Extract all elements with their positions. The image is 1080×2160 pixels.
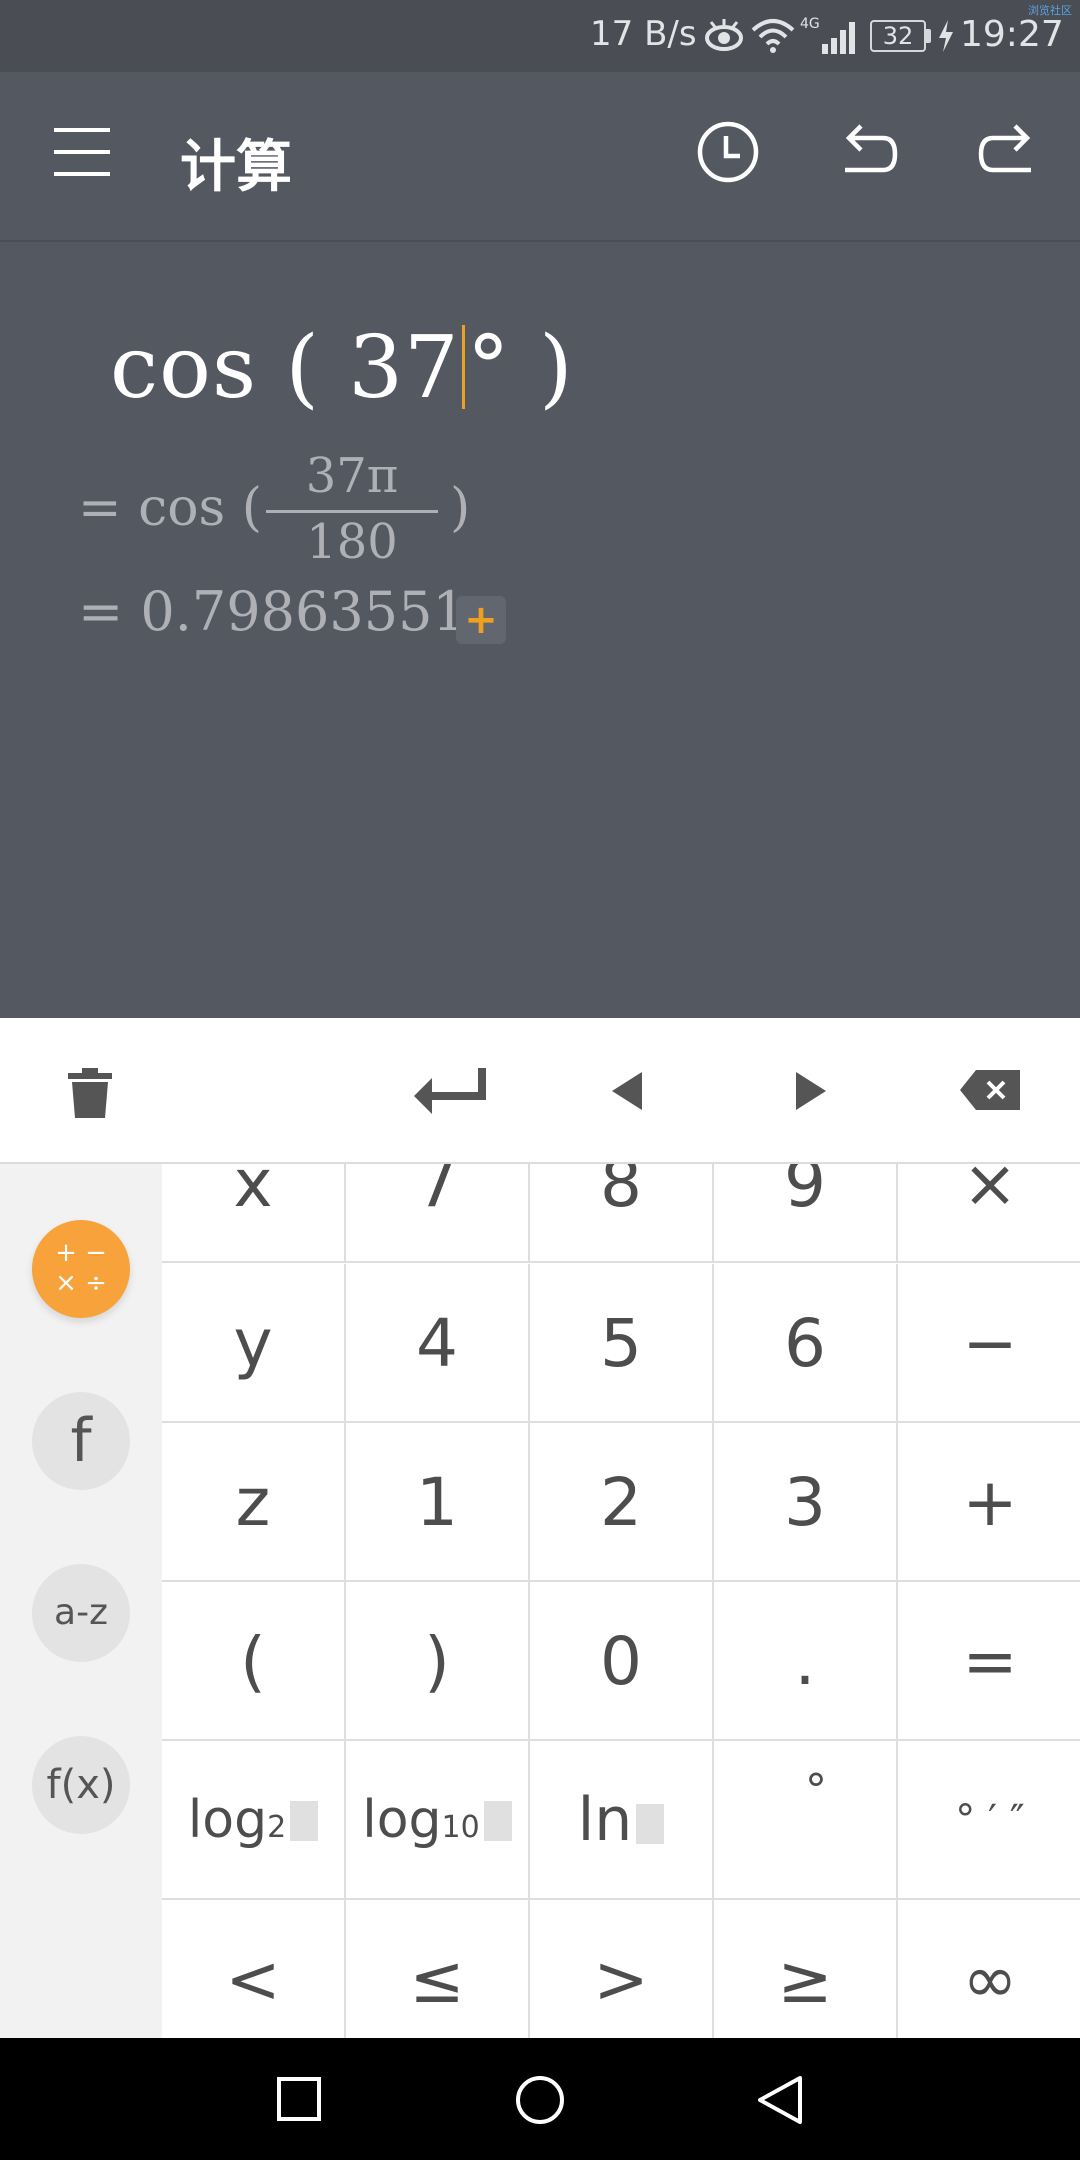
step1-suffix: ): [450, 478, 471, 538]
cursor-left-icon[interactable]: [610, 1072, 646, 1110]
page-title: 计算: [180, 135, 292, 200]
back-icon[interactable]: [756, 2074, 804, 2126]
key-equals[interactable]: =: [898, 1582, 1080, 1741]
key-log10[interactable]: log10: [346, 1741, 530, 1900]
key-infinity[interactable]: ∞: [898, 1900, 1080, 2038]
trash-icon[interactable]: [68, 1068, 112, 1118]
mode-custom-functions[interactable]: f(x): [32, 1736, 130, 1834]
cursor-right-icon[interactable]: [792, 1072, 828, 1110]
mode-basic-operators[interactable]: + − × ÷: [32, 1220, 130, 1318]
key-2[interactable]: 2: [530, 1423, 714, 1582]
menu-icon[interactable]: [52, 126, 114, 178]
placeholder-box: [636, 1804, 665, 1844]
key-1[interactable]: 1: [346, 1423, 530, 1582]
keyboard: + − × ÷ f a-z f(x) x 7 8 9 × y 4 5 6 − z…: [0, 1018, 1080, 2038]
enter-icon[interactable]: [410, 1066, 490, 1116]
key-z[interactable]: z: [162, 1423, 346, 1582]
key-open-paren[interactable]: (: [162, 1582, 346, 1741]
charging-icon: [939, 20, 953, 52]
key-8[interactable]: 8: [530, 1164, 714, 1263]
battery-level: 32: [870, 20, 926, 52]
key-plus[interactable]: +: [898, 1423, 1080, 1582]
mode-functions[interactable]: f: [32, 1392, 130, 1490]
navigation-bar: [0, 2038, 1080, 2160]
recent-apps-icon[interactable]: [276, 2076, 322, 2122]
key-0[interactable]: 0: [530, 1582, 714, 1741]
step1-prefix: = cos (: [78, 478, 263, 538]
placeholder-box: [290, 1801, 319, 1841]
expression-prefix: cos ( 37: [110, 318, 460, 418]
network-type: 4G: [800, 16, 820, 32]
custom-functions-label: f(x): [46, 1762, 116, 1808]
battery-icon: 32: [870, 20, 932, 52]
key-log2[interactable]: log2: [162, 1741, 346, 1900]
step1-numerator: 37π: [305, 448, 399, 504]
expression-input[interactable]: cos ( 37° ): [110, 318, 574, 418]
key-y[interactable]: y: [162, 1264, 346, 1423]
key-dms[interactable]: ° ′ ″: [898, 1741, 1080, 1900]
key-ln[interactable]: ln: [530, 1741, 714, 1900]
log2-base: log: [187, 1790, 268, 1850]
expression-suffix: ° ): [466, 318, 574, 418]
functions-label: f: [70, 1406, 92, 1476]
key-minus[interactable]: −: [898, 1264, 1080, 1423]
key-7[interactable]: 7: [346, 1164, 530, 1263]
status-bar: 浏览社区 17 B/s 4G 32 19:27: [0, 0, 1080, 72]
key-greater-than[interactable]: >: [530, 1900, 714, 2038]
result-value: = 0.79863551: [78, 580, 467, 643]
edit-row: [0, 1018, 1080, 1164]
mode-letters[interactable]: a-z: [32, 1564, 130, 1662]
eye-icon: [705, 19, 743, 51]
step1-denominator: 180: [306, 514, 398, 570]
undo-icon[interactable]: [835, 120, 901, 186]
basic-operators-label: + − × ÷: [55, 1238, 107, 1298]
network-speed: 17 B/s: [590, 14, 697, 54]
key-3[interactable]: 3: [714, 1423, 898, 1582]
redo-icon[interactable]: [975, 120, 1041, 186]
key-close-paren[interactable]: ): [346, 1582, 530, 1741]
key-less-than[interactable]: <: [162, 1900, 346, 2038]
add-result-button[interactable]: +: [456, 596, 506, 644]
key-5[interactable]: 5: [530, 1264, 714, 1423]
keypad-grid: x 7 8 9 × y 4 5 6 − z 1 2 3 + ( ) 0 . = …: [162, 1164, 1080, 2038]
key-4[interactable]: 4: [346, 1264, 530, 1423]
placeholder-box: [483, 1801, 512, 1841]
home-icon[interactable]: [514, 2074, 566, 2126]
key-9[interactable]: 9: [714, 1164, 898, 1263]
text-cursor: [461, 325, 465, 409]
fraction-bar: [266, 510, 438, 513]
key-less-equal[interactable]: ≤: [346, 1900, 530, 2038]
keyboard-mode-sidebar: + − × ÷ f a-z f(x): [0, 1164, 162, 2038]
conversion-step: = cos ( 37π 180 ): [78, 448, 470, 570]
key-x[interactable]: x: [162, 1164, 346, 1263]
letters-label: a-z: [54, 1592, 108, 1633]
key-multiply[interactable]: ×: [898, 1164, 1080, 1263]
backspace-icon[interactable]: [960, 1070, 1020, 1110]
wifi-icon: [751, 19, 795, 53]
toolbar: 计算: [0, 72, 1080, 242]
clock: 19:27: [960, 14, 1064, 55]
log10-subscript: 10: [441, 1810, 480, 1845]
log2-subscript: 2: [267, 1810, 287, 1845]
history-icon[interactable]: [694, 118, 762, 186]
signal-icon: 4G: [800, 16, 855, 54]
key-decimal[interactable]: .: [714, 1582, 898, 1741]
key-6[interactable]: 6: [714, 1264, 898, 1423]
ln-label: ln: [577, 1785, 633, 1855]
log10-base: log: [362, 1790, 442, 1850]
key-greater-equal[interactable]: ≥: [714, 1900, 898, 2038]
key-degree[interactable]: °: [714, 1741, 898, 1900]
